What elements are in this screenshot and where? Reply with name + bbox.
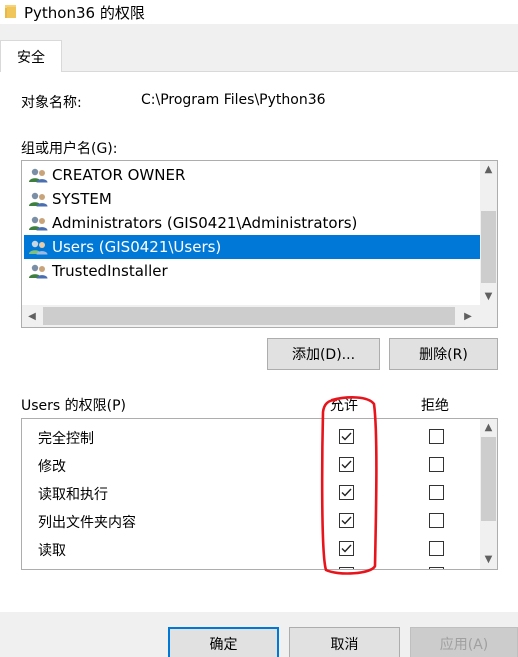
scroll-up-icon[interactable]: ▲ — [480, 419, 497, 436]
scroll-right-icon[interactable]: ▶ — [458, 305, 478, 327]
tab-strip — [0, 24, 518, 72]
deny-checkbox[interactable] — [429, 457, 444, 472]
permission-row: 读取 — [22, 535, 480, 563]
permission-row: 完全控制 — [22, 423, 480, 451]
list-item[interactable]: Administrators (GIS0421\Administrators) — [24, 211, 480, 235]
list-item-label: SYSTEM — [52, 190, 112, 208]
ok-button[interactable]: 确定 — [168, 627, 279, 657]
scroll-down-icon[interactable]: ▼ — [480, 288, 497, 305]
deny-checkbox[interactable] — [429, 513, 444, 528]
object-name-label: 对象名称: — [21, 95, 82, 111]
list-item-label: TrustedInstaller — [52, 262, 168, 280]
list-item[interactable]: TrustedInstaller — [24, 259, 480, 283]
scroll-left-icon[interactable]: ◀ — [22, 305, 42, 327]
permission-label: 读取 — [38, 543, 66, 559]
deny-checkbox[interactable] — [429, 485, 444, 500]
apply-button[interactable]: 应用(A) — [410, 627, 518, 657]
permissions-listbox: 完全控制 修改 读取和执行 列出文件夹内容 读取 ▲ ▼ — [21, 418, 498, 570]
deny-checkbox-partial[interactable] — [429, 567, 444, 569]
permissions-vertical-scrollbar[interactable]: ▲ ▼ — [480, 419, 497, 569]
list-item-label: Administrators (GIS0421\Administrators) — [52, 214, 358, 232]
list-item-label: Users (GIS0421\Users) — [52, 238, 222, 256]
groups-vertical-scrollbar[interactable]: ▲ ▼ — [480, 161, 497, 305]
permissions-title: Users 的权限(P) — [21, 398, 127, 414]
scroll-down-icon[interactable]: ▼ — [480, 551, 497, 568]
permission-row: 修改 — [22, 451, 480, 479]
scroll-thumb-horizontal[interactable] — [43, 307, 455, 325]
remove-button[interactable]: 删除(R) — [389, 338, 498, 370]
users-group-icon — [29, 168, 48, 183]
scroll-thumb[interactable] — [481, 437, 496, 521]
window-title: Python36 的权限 — [24, 4, 145, 22]
permission-row: 列出文件夹内容 — [22, 507, 480, 535]
users-group-icon — [29, 264, 48, 279]
permission-label: 修改 — [38, 459, 66, 475]
scroll-up-icon[interactable]: ▲ — [480, 161, 497, 178]
cancel-button[interactable]: 取消 — [289, 627, 400, 657]
scroll-corner — [480, 305, 497, 327]
users-group-icon — [29, 216, 48, 231]
list-item[interactable]: SYSTEM — [24, 187, 480, 211]
groups-label: 组或用户名(G): — [21, 141, 118, 157]
deny-checkbox[interactable] — [429, 429, 444, 444]
add-button[interactable]: 添加(D)... — [267, 338, 380, 370]
title-bar: Python36 的权限 — [0, 0, 518, 24]
deny-header: 拒绝 — [421, 398, 449, 414]
scroll-thumb[interactable] — [481, 211, 496, 283]
tab-security-label: 安全 — [17, 49, 45, 66]
red-highlight-annotation — [320, 396, 378, 575]
folder-icon — [5, 5, 16, 18]
object-name-value: C:\Program Files\Python36 — [141, 92, 326, 108]
groups-horizontal-scrollbar[interactable]: ◀ ▶ — [22, 305, 480, 327]
list-item[interactable]: CREATOR OWNER — [24, 163, 480, 187]
permission-row: 读取和执行 — [22, 479, 480, 507]
tab-security[interactable]: 安全 — [0, 40, 62, 72]
permission-label: 读取和执行 — [38, 487, 108, 503]
groups-listbox[interactable]: CREATOR OWNER SYSTEM Administrators (GIS… — [21, 160, 498, 328]
users-group-icon — [29, 240, 48, 255]
permission-label: 列出文件夹内容 — [38, 515, 136, 531]
deny-checkbox[interactable] — [429, 541, 444, 556]
list-item-label: CREATOR OWNER — [52, 166, 186, 184]
list-item-selected[interactable]: Users (GIS0421\Users) — [24, 235, 480, 259]
users-group-icon — [29, 192, 48, 207]
permission-label: 完全控制 — [38, 431, 94, 447]
